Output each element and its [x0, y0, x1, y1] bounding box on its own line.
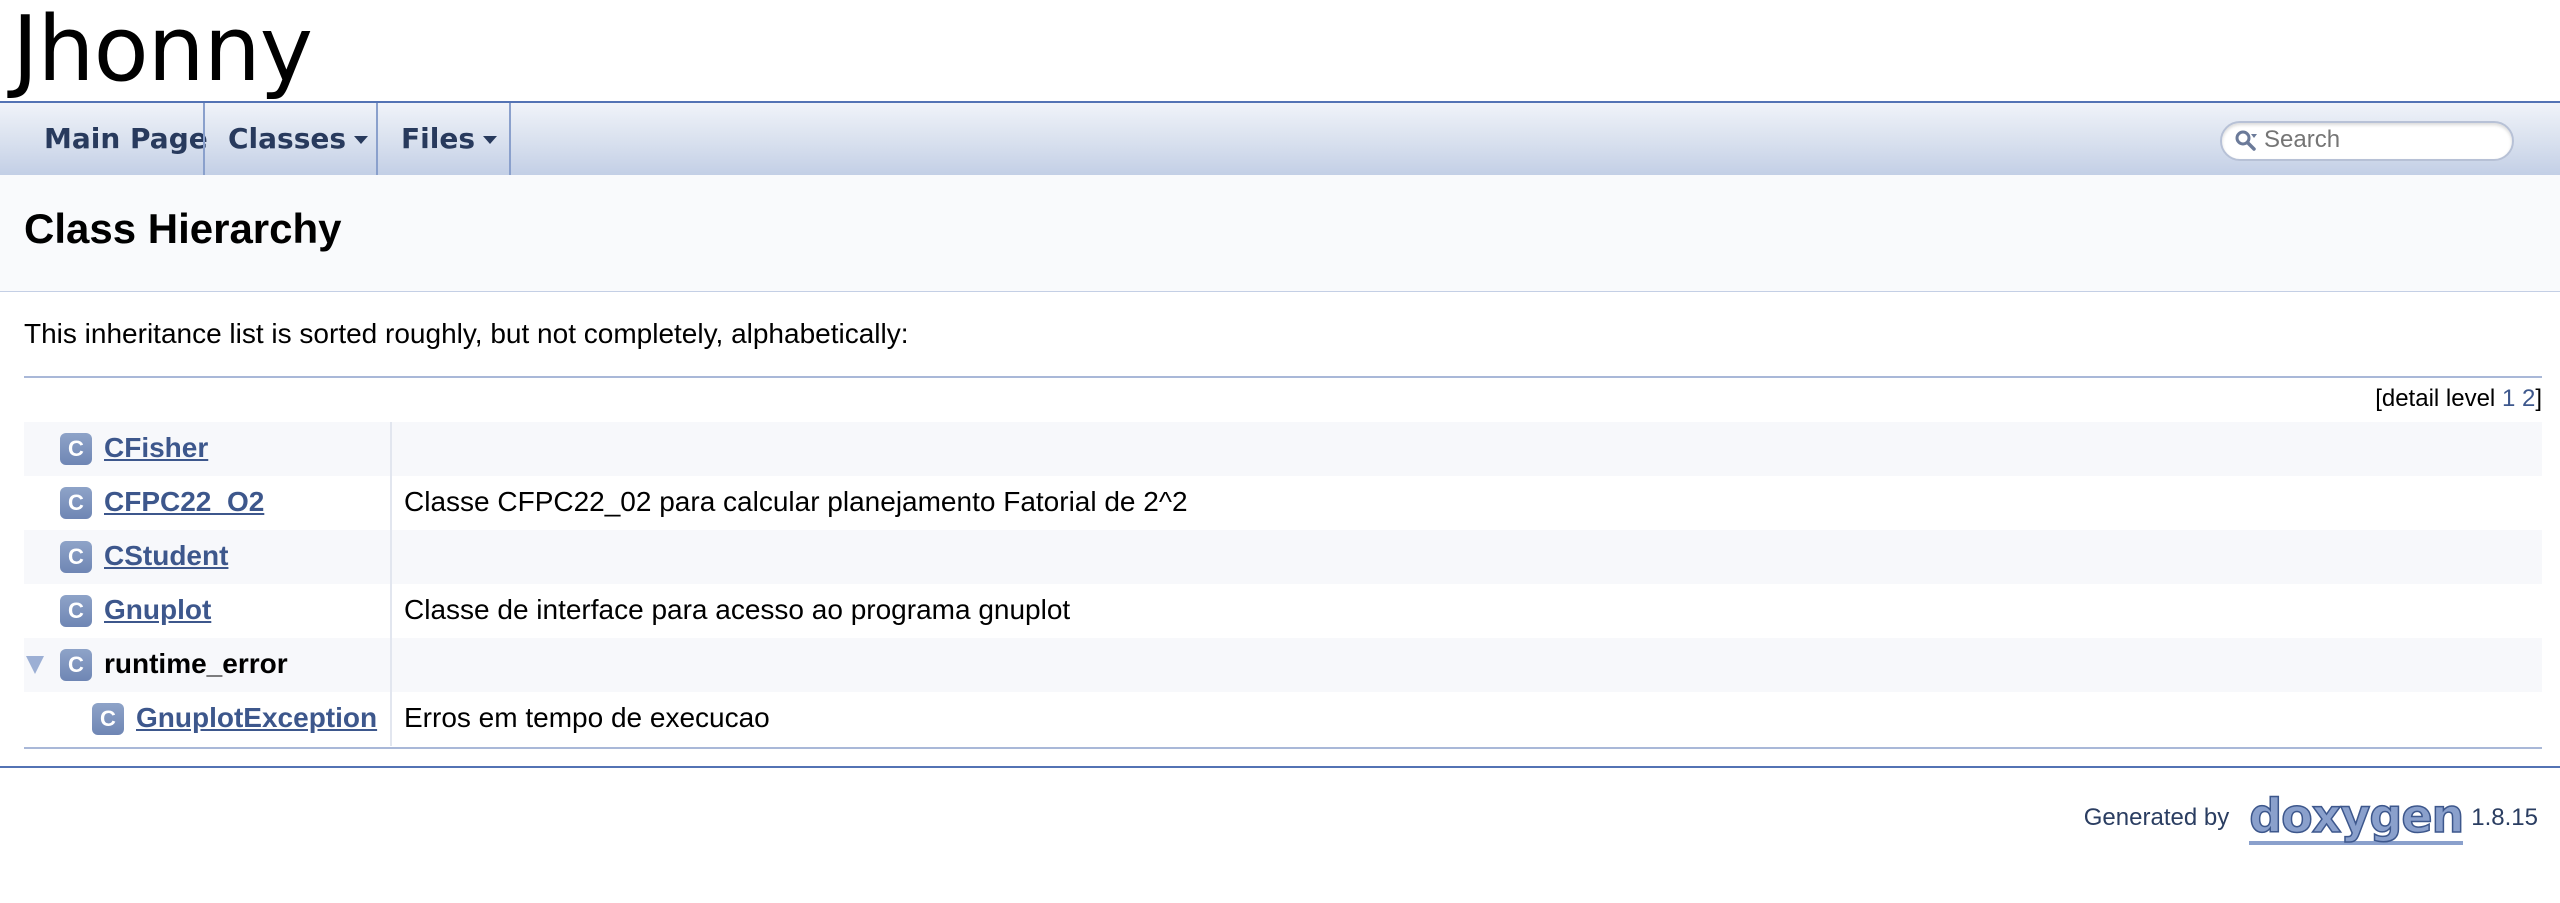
table-row: C GnuplotException Erros em tempo de exe… — [24, 692, 2542, 746]
nav-classes[interactable]: Classes — [228, 103, 369, 175]
class-link[interactable]: CStudent — [104, 540, 228, 572]
table-row: C CStudent — [24, 530, 2542, 584]
nav-classes-label: Classes — [228, 122, 347, 155]
class-link[interactable]: GnuplotException — [136, 702, 377, 734]
nav-separator — [203, 103, 205, 175]
class-name: runtime_error — [104, 648, 288, 679]
class-hierarchy-table: C CFisher C CFPC22_O2 Classe CFPC22_02 p… — [24, 422, 2542, 746]
entry-cell: C CStudent — [24, 530, 392, 584]
intro-text: This inheritance list is sorted roughly,… — [24, 318, 909, 349]
detail-level: [detail level 1 2] — [2375, 385, 2542, 413]
table-row: C Gnuplot Classe de interface para acess… — [24, 584, 2542, 638]
class-icon: C — [60, 595, 92, 627]
table-row: C CFisher — [24, 422, 2542, 476]
chevron-down-icon — [354, 136, 369, 144]
class-link[interactable]: CFisher — [104, 432, 208, 464]
detail-level-1-link[interactable]: 1 — [2502, 385, 2515, 412]
chevron-down-icon — [482, 136, 497, 144]
nav-main-page[interactable]: Main Page — [44, 103, 208, 175]
class-icon: C — [60, 649, 92, 681]
nav-files-label: Files — [401, 122, 475, 155]
entry-cell: C CFisher — [24, 422, 392, 476]
entry-cell: C GnuplotException — [24, 692, 392, 746]
search-box[interactable] — [2220, 121, 2514, 161]
search-icon[interactable] — [2234, 129, 2258, 153]
entry-cell: C runtime_error — [24, 638, 392, 692]
nav-separator — [376, 103, 378, 175]
detail-level-2-link[interactable]: 2 — [2522, 385, 2535, 412]
class-icon: C — [92, 703, 124, 735]
class-description: Erros em tempo de execucao — [404, 702, 770, 733]
entry-cell: C Gnuplot — [24, 584, 392, 638]
search-input[interactable] — [2264, 124, 2499, 156]
nav-main-page-label: Main Page — [44, 122, 208, 155]
project-name: Jhonny — [12, 0, 313, 102]
title-area: Jhonny — [0, 0, 2560, 103]
class-icon: C — [60, 487, 92, 519]
class-link[interactable]: CFPC22_O2 — [104, 486, 264, 518]
expand-arrow-icon[interactable] — [26, 656, 44, 674]
nav-bar: Main Page Classes Files — [0, 103, 2560, 176]
doxygen-logo[interactable]: doxygen — [2248, 790, 2465, 845]
generated-by-label: Generated by — [2083, 804, 2230, 831]
class-icon: C — [60, 433, 92, 465]
divider — [24, 747, 2542, 749]
detail-level-prefix: [detail level — [2375, 385, 2502, 412]
table-row: C CFPC22_O2 Classe CFPC22_02 para calcul… — [24, 476, 2542, 530]
entry-cell: C CFPC22_O2 — [24, 476, 392, 530]
class-link[interactable]: Gnuplot — [104, 594, 211, 626]
doxygen-version: 1.8.15 — [2471, 804, 2538, 831]
footer: Generated by doxygen 1.8.15 — [2084, 790, 2538, 846]
detail-level-suffix: ] — [2535, 385, 2542, 412]
table-row: C runtime_error — [24, 638, 2542, 692]
nav-separator — [509, 103, 511, 175]
class-description: Classe CFPC22_02 para calcular planejame… — [404, 486, 1188, 517]
class-description: Classe de interface para acesso ao progr… — [404, 594, 1071, 625]
page-title: Class Hierarchy — [24, 205, 342, 252]
footer-divider — [0, 766, 2560, 768]
nav-files[interactable]: Files — [401, 103, 497, 175]
page-header: Class Hierarchy — [0, 175, 2560, 292]
class-icon: C — [60, 541, 92, 573]
divider — [24, 376, 2542, 378]
